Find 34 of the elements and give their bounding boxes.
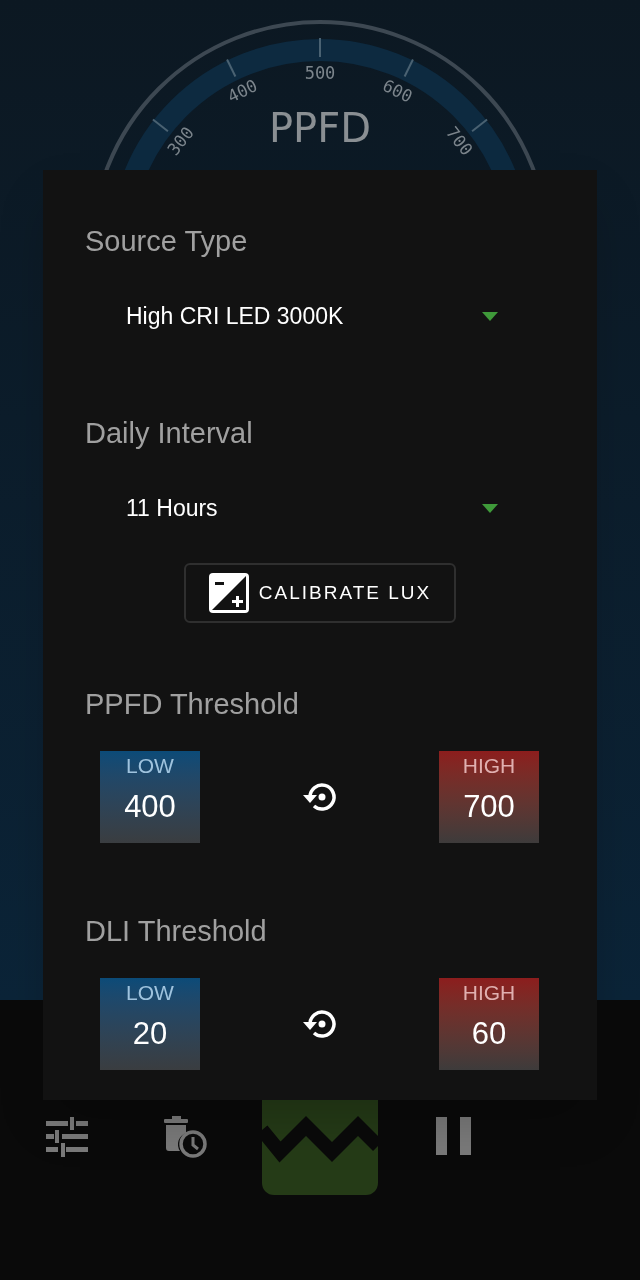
low-threshold-box[interactable]: LOW 400 [100, 751, 200, 843]
threshold-caption: LOW [126, 753, 174, 779]
dropdown[interactable]: 11 Hours [126, 490, 498, 526]
gauge-tick [226, 58, 237, 78]
gauge-title: PPFD [268, 105, 372, 151]
trash-clock-icon[interactable] [164, 1116, 208, 1158]
dropdown-arrow-icon [482, 503, 498, 513]
section-label: Daily Interval [85, 416, 254, 451]
gauge-label: 500 [304, 63, 336, 83]
gauge-label: 600 [379, 75, 416, 107]
threshold-value: 700 [463, 788, 515, 826]
threshold-caption: LOW [126, 980, 174, 1006]
sliders-icon[interactable] [46, 1117, 88, 1157]
gauge-tick [403, 58, 414, 78]
threshold-value: 60 [471, 1015, 507, 1053]
pause-icon[interactable] [436, 1117, 471, 1155]
dropdown[interactable]: High CRI LED 3000K [126, 298, 498, 334]
section-label: Source Type [85, 224, 249, 259]
calibrate-lux-button[interactable]: CALIBRATE LUX [184, 563, 456, 623]
high-threshold-box[interactable]: HIGH 700 [439, 751, 539, 843]
section-label: DLI Threshold [85, 914, 268, 949]
threshold-caption: HIGH [462, 980, 516, 1006]
low-threshold-box[interactable]: LOW 20 [100, 978, 200, 1070]
gauge-tick [151, 118, 169, 133]
exposure-icon [208, 573, 249, 613]
high-threshold-box[interactable]: HIGH 60 [439, 978, 539, 1070]
dropdown-arrow-icon [482, 311, 498, 321]
threshold-value: 20 [132, 1015, 168, 1053]
threshold-value: 400 [124, 788, 176, 826]
gauge-tick [319, 37, 321, 58]
gauge-label: 400 [224, 75, 261, 107]
threshold-caption: HIGH [462, 753, 516, 779]
section-label: PPFD Threshold [85, 687, 300, 722]
gauge-tick [471, 118, 489, 133]
